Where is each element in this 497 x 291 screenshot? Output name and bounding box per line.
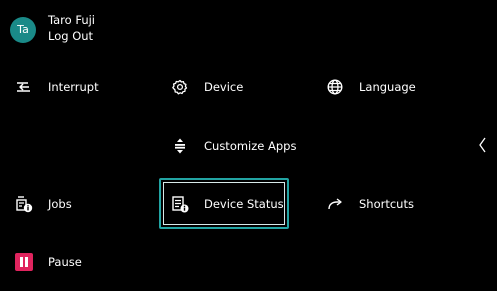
jobs-label: Jobs [48,197,72,211]
pause-icon [15,253,33,271]
shortcuts-label: Shortcuts [359,197,414,211]
gear-icon [171,78,189,96]
device-status-label: Device Status [204,197,284,211]
customize-apps-button[interactable]: Customize Apps [171,129,311,163]
home-menu-screen: Ta Taro Fuji Log Out Interrupt Device La… [0,0,497,291]
shortcuts-button[interactable]: Shortcuts [326,187,436,221]
language-button[interactable]: Language [326,70,436,104]
pause-button[interactable]: Pause [15,245,125,279]
device-button[interactable]: Device [171,70,281,104]
user-name: Taro Fuji [48,13,95,27]
device-status-icon [171,195,189,213]
logout-link[interactable]: Log Out [48,29,93,43]
pause-label: Pause [48,255,82,269]
user-avatar[interactable]: Ta [10,17,36,43]
globe-icon [326,78,344,96]
chevron-left-icon[interactable] [476,136,488,154]
language-label: Language [359,80,416,94]
user-panel: Ta Taro Fuji Log Out [10,11,130,47]
device-label: Device [204,80,244,94]
share-arrow-icon [326,195,344,213]
interrupt-button[interactable]: Interrupt [15,70,125,104]
customize-apps-label: Customize Apps [204,139,297,153]
interrupt-icon [15,78,33,96]
jobs-info-icon [15,195,33,213]
interrupt-label: Interrupt [48,80,99,94]
jobs-button[interactable]: Jobs [15,187,125,221]
device-status-button[interactable]: Device Status [171,187,284,221]
up-down-arrows-icon [171,137,189,155]
